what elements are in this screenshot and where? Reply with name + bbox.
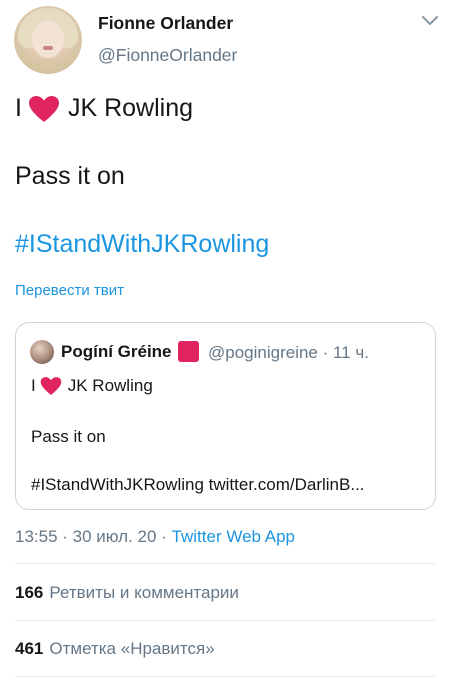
- tweet-source-link[interactable]: Twitter Web App: [172, 527, 295, 546]
- author-handle[interactable]: @FionneOrlander: [98, 45, 237, 66]
- quoted-text-line-2: Pass it on: [31, 427, 106, 446]
- quoted-author-name: Pogíní Gréine: [61, 342, 172, 361]
- tweet-timestamp[interactable]: 13:55 · 30 июл. 20 ·: [15, 527, 172, 546]
- quoted-text-prefix: I: [31, 376, 36, 395]
- retweets-count: 166: [15, 583, 44, 602]
- tweet-text-line-1: I JK Rowling: [15, 94, 193, 123]
- red-square-emoji-icon: [178, 341, 199, 362]
- tweet-text-suffix: JK Rowling: [67, 94, 194, 122]
- quoted-text-line-1: I JK Rowling: [31, 376, 153, 396]
- tweet-text-prefix: I: [15, 94, 22, 122]
- chevron-down-icon[interactable]: [420, 14, 440, 28]
- divider: [15, 563, 436, 564]
- retweets-stat[interactable]: 166 Ретвиты и комментарии: [15, 583, 239, 603]
- divider: [15, 620, 436, 621]
- tweet-header: Fionne Orlander @FionneOrlander: [0, 0, 451, 80]
- quoted-tweet-card[interactable]: Pogíní Gréine @poginigreine · 11 ч. I JK…: [15, 322, 436, 510]
- red-heart-icon: [40, 377, 62, 395]
- quoted-author-handle-time: @poginigreine · 11 ч.: [208, 343, 369, 362]
- likes-stat[interactable]: 461 Отметка «Нравится»: [15, 639, 215, 659]
- likes-count: 461: [15, 639, 44, 658]
- quoted-text-suffix: JK Rowling: [67, 376, 153, 395]
- quoted-author-avatar: [30, 340, 54, 364]
- translate-tweet-link[interactable]: Перевести твит: [15, 282, 124, 299]
- quoted-text-line-3: #IStandWithJKRowling twitter.com/DarlinB…: [31, 475, 365, 494]
- retweets-label: Ретвиты и комментарии: [49, 583, 239, 602]
- author-avatar[interactable]: [14, 6, 82, 74]
- tweet-meta: 13:55 · 30 июл. 20 · Twitter Web App: [15, 527, 295, 547]
- hashtag-link[interactable]: #IStandWithJKRowling: [15, 230, 269, 259]
- tweet-text-line-2: Pass it on: [15, 162, 125, 190]
- author-display-name[interactable]: Fionne Orlander: [98, 13, 233, 34]
- red-heart-icon: [28, 95, 59, 122]
- divider: [15, 676, 436, 677]
- likes-label: Отметка «Нравится»: [49, 639, 215, 658]
